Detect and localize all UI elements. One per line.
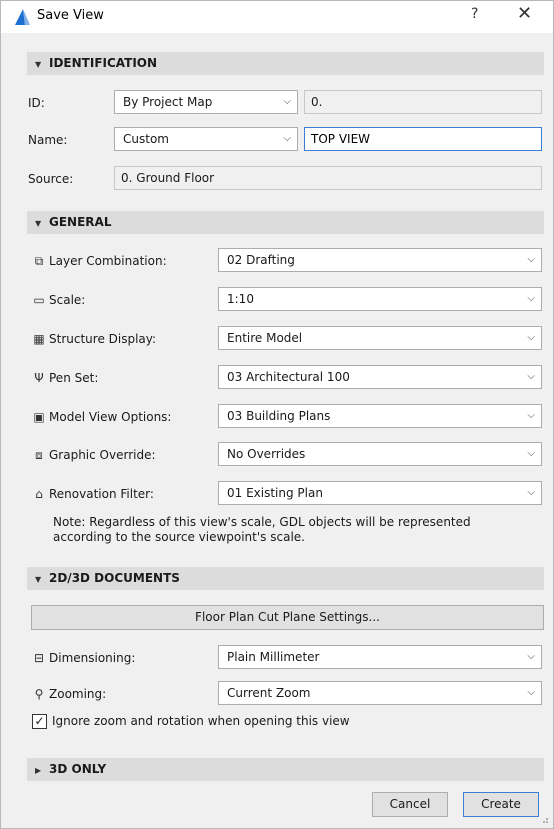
structure-icon: ▦ bbox=[33, 332, 45, 346]
chevron-down-icon: ⌵ bbox=[527, 651, 535, 662]
general-row-label: ⧉ Layer Combination: bbox=[31, 254, 167, 269]
general-row-label: ▭ Scale: bbox=[31, 293, 85, 307]
zooming-label: ⚲ Zooming: bbox=[31, 687, 107, 701]
general-row-label: ▣ Model View Options: bbox=[31, 410, 171, 424]
title-bar: Save View ? ✕ bbox=[1, 1, 553, 33]
layers-icon: ⧉ bbox=[34, 254, 44, 268]
general-row-label: Ψ Pen Set: bbox=[31, 371, 98, 385]
chevron-down-icon: ⌵ bbox=[527, 487, 535, 498]
section-general-header[interactable]: ▼ GENERAL bbox=[27, 211, 544, 234]
ignore-zoom-label[interactable]: Ignore zoom and rotation when opening th… bbox=[52, 714, 350, 728]
general-row-select[interactable]: 03 Building Plans ⌵ bbox=[218, 404, 542, 428]
collapse-triangle-icon: ▼ bbox=[35, 60, 42, 69]
close-button[interactable]: ✕ bbox=[517, 3, 532, 24]
name-input[interactable]: TOP VIEW bbox=[304, 127, 542, 151]
create-button[interactable]: Create bbox=[463, 792, 539, 817]
collapse-triangle-icon: ▼ bbox=[35, 219, 42, 228]
scale-note: Note: Regardless of this view's scale, G… bbox=[53, 515, 471, 544]
chevron-down-icon: ⌵ bbox=[527, 448, 535, 459]
source-label: Source: bbox=[28, 172, 74, 186]
general-row-select[interactable]: 02 Drafting ⌵ bbox=[218, 248, 542, 272]
model-view-icon: ▣ bbox=[33, 410, 45, 424]
graphic-override-icon: ⧈ bbox=[35, 448, 43, 462]
chevron-down-icon: ⌵ bbox=[527, 410, 535, 421]
chevron-down-icon: ⌵ bbox=[527, 293, 535, 304]
name-mode-select[interactable]: Custom ⌵ bbox=[114, 127, 298, 151]
ignore-zoom-checkbox[interactable]: ✓ bbox=[32, 714, 47, 729]
chevron-down-icon: ⌵ bbox=[527, 332, 535, 343]
zooming-select[interactable]: Current Zoom ⌵ bbox=[218, 681, 542, 705]
save-view-dialog: Save View ? ✕ ▼ IDENTIFICATION ID: By Pro… bbox=[0, 0, 554, 829]
chevron-down-icon: ⌵ bbox=[527, 687, 535, 698]
pen-icon: Ψ bbox=[34, 371, 44, 385]
archicad-app-icon bbox=[15, 9, 30, 25]
general-row-select[interactable]: 01 Existing Plan ⌵ bbox=[218, 481, 542, 505]
cancel-button[interactable]: Cancel bbox=[372, 792, 448, 817]
general-row-select[interactable]: Entire Model ⌵ bbox=[218, 326, 542, 350]
help-button[interactable]: ? bbox=[471, 6, 478, 22]
chevron-down-icon: ⌵ bbox=[283, 96, 291, 107]
name-label: Name: bbox=[28, 133, 68, 147]
general-row-select[interactable]: No Overrides ⌵ bbox=[218, 442, 542, 466]
scale-icon: ▭ bbox=[33, 293, 45, 307]
window-title: Save View bbox=[37, 8, 104, 23]
resize-grip-icon[interactable] bbox=[539, 814, 549, 824]
chevron-down-icon: ⌵ bbox=[283, 133, 291, 144]
section-3d-only-header[interactable]: ▶ 3D ONLY bbox=[27, 758, 544, 781]
dimensioning-label: ⊟ Dimensioning: bbox=[31, 651, 135, 665]
general-row-label: ▦ Structure Display: bbox=[31, 332, 156, 346]
general-row-select[interactable]: 1:10 ⌵ bbox=[218, 287, 542, 311]
cut-plane-settings-button[interactable]: Floor Plan Cut Plane Settings... bbox=[31, 605, 544, 630]
id-value-field: 0. bbox=[304, 90, 542, 114]
id-label: ID: bbox=[28, 96, 45, 110]
general-row-label: ⧈ Graphic Override: bbox=[31, 448, 155, 463]
magnifier-icon: ⚲ bbox=[34, 687, 44, 701]
expand-triangle-icon: ▶ bbox=[35, 766, 42, 775]
general-row-label: ⌂ Renovation Filter: bbox=[31, 487, 154, 501]
source-value-field: 0. Ground Floor bbox=[114, 166, 542, 190]
general-row-select[interactable]: 03 Architectural 100 ⌵ bbox=[218, 365, 542, 389]
chevron-down-icon: ⌵ bbox=[527, 254, 535, 265]
dimensioning-select[interactable]: Plain Millimeter ⌵ bbox=[218, 645, 542, 669]
renovation-icon: ⌂ bbox=[35, 487, 43, 501]
chevron-down-icon: ⌵ bbox=[527, 371, 535, 382]
section-identification-header[interactable]: ▼ IDENTIFICATION bbox=[27, 52, 544, 75]
checkmark-icon: ✓ bbox=[34, 714, 45, 728]
dimensioning-icon: ⊟ bbox=[33, 651, 45, 665]
id-mode-select[interactable]: By Project Map ⌵ bbox=[114, 90, 298, 114]
collapse-triangle-icon: ▼ bbox=[35, 575, 42, 584]
section-documents-header[interactable]: ▼ 2D/3D DOCUMENTS bbox=[27, 567, 544, 590]
